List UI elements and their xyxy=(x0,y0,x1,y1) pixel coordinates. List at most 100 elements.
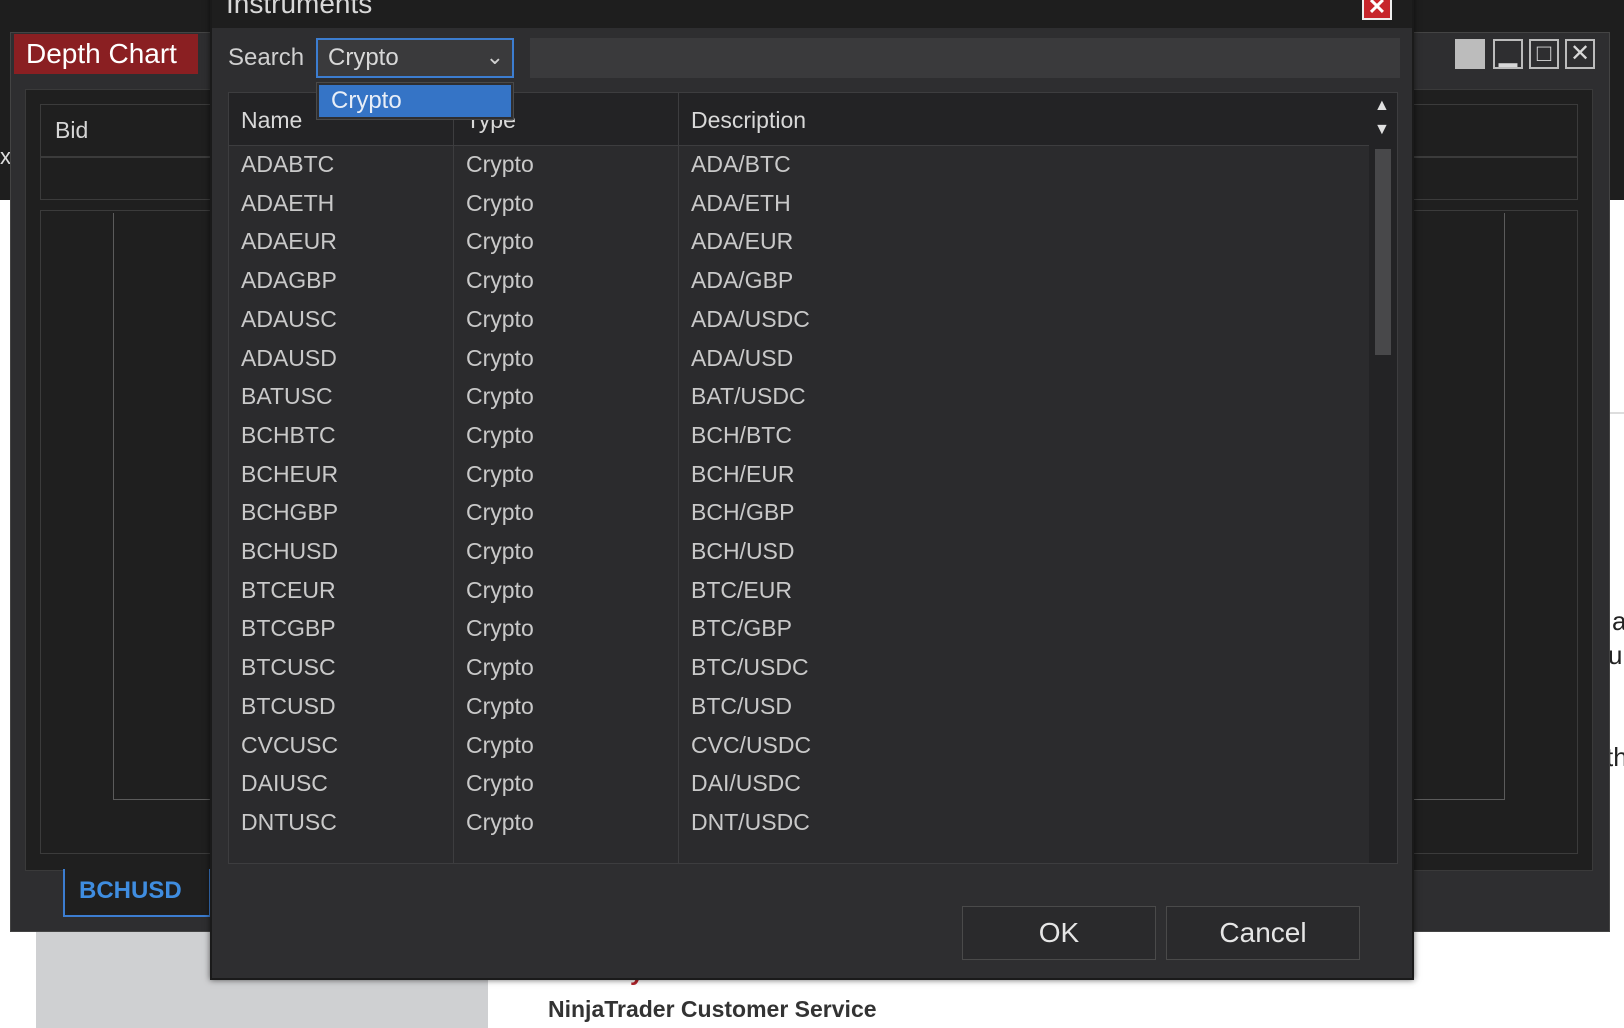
cell-name: DNTUSC xyxy=(241,808,337,835)
dialog-title: Instruments xyxy=(226,0,373,19)
cell-type: Crypto xyxy=(466,460,534,487)
cell-description: BAT/USDC xyxy=(691,383,806,410)
instrument-type-selected: Crypto xyxy=(328,44,399,71)
search-label: Search xyxy=(228,44,305,71)
cell-description: ADA/BTC xyxy=(691,151,791,177)
cell-name: DAIUSC xyxy=(241,770,328,797)
grid-body: ADABTC Crypto ADA/BTC ADAETH Crypto ADA/ETH AD… xyxy=(229,145,1369,863)
scroll-down-icon[interactable]: ▼ xyxy=(1374,121,1390,139)
cell-name: BCHBTC xyxy=(241,421,336,448)
dialog-titlebar[interactable]: Instruments ✕ xyxy=(212,0,1412,28)
cell-description: BCH/GBP xyxy=(691,499,795,526)
cell-name: ADAUSD xyxy=(241,344,337,371)
cell-description: ADA/USDC xyxy=(691,305,810,332)
cell-name: BCHEUR xyxy=(241,460,339,487)
cell-description: ADA/ETH xyxy=(691,189,791,216)
cell-description: DAI/USDC xyxy=(691,770,801,797)
vertical-scrollbar[interactable]: ▲ ▼ xyxy=(1369,93,1397,863)
cell-name: BTCGBP xyxy=(241,615,336,642)
cell-name: ADAGBP xyxy=(241,267,337,294)
cell-type: Crypto xyxy=(466,499,534,526)
cell-description: ADA/GBP xyxy=(691,267,794,294)
cell-description: BTC/GBP xyxy=(691,615,792,642)
cell-type: Crypto xyxy=(466,615,534,642)
table-row[interactable]: BTCUSD Crypto BTC/USD xyxy=(229,687,1369,727)
page-edge-text-a: a xyxy=(1612,606,1624,636)
cell-type: Crypto xyxy=(466,808,534,835)
cell-type: Crypto xyxy=(466,654,534,681)
ok-button[interactable]: OK xyxy=(962,906,1156,960)
cell-type: Crypto xyxy=(466,267,534,294)
chevron-down-icon: ⌄ xyxy=(485,44,504,69)
cell-description: DNT/USDC xyxy=(691,808,810,835)
cell-name: ADAETH xyxy=(241,189,335,216)
table-row[interactable]: BATUSC Crypto BAT/USDC xyxy=(229,377,1369,417)
cell-type: Crypto xyxy=(466,692,534,719)
table-row[interactable]: BTCEUR Crypto BTC/EUR xyxy=(229,571,1369,611)
cell-description: BCH/EUR xyxy=(691,460,795,487)
cell-type: Crypto xyxy=(466,770,534,797)
instruments-grid: Name Type Description ADABTC Crypto ADA/BT… xyxy=(228,92,1398,864)
cell-description: ADA/EUR xyxy=(691,228,794,255)
cell-type: Crypto xyxy=(466,731,534,758)
cell-name: BATUSC xyxy=(241,383,333,410)
restore-icon[interactable] xyxy=(1455,39,1485,69)
instrument-tab-bchusd[interactable]: BCHUSD xyxy=(63,869,211,917)
cell-name: ADAEUR xyxy=(241,228,337,255)
cell-description: BCH/BTC xyxy=(691,421,792,448)
scroll-up-icon[interactable]: ▲ xyxy=(1374,97,1390,115)
cell-description: BTC/USD xyxy=(691,692,792,719)
bid-column-header: Bid xyxy=(55,117,89,143)
depth-chart-title[interactable]: Depth Chart xyxy=(14,34,198,74)
cell-name: BCHUSD xyxy=(241,538,339,564)
cell-type: Crypto xyxy=(466,576,534,603)
cell-type: Crypto xyxy=(466,189,534,216)
table-row[interactable]: BCHUSD Crypto BCH/USD xyxy=(229,532,1369,572)
close-icon[interactable]: ✕ xyxy=(1565,39,1595,69)
cell-type: Crypto xyxy=(466,344,534,371)
column-header-name[interactable]: Name xyxy=(241,107,302,134)
cell-type: Crypto xyxy=(466,538,534,564)
cancel-button[interactable]: Cancel xyxy=(1166,906,1360,960)
maximize-icon[interactable]: □ xyxy=(1529,39,1559,69)
table-row[interactable]: ADAUSD Crypto ADA/USD xyxy=(229,339,1369,379)
cell-name: BTCEUR xyxy=(241,576,336,603)
minimize-icon[interactable]: ▁ xyxy=(1493,39,1523,69)
cell-type: Crypto xyxy=(466,151,534,177)
table-row[interactable]: BCHBTC Crypto BCH/BTC xyxy=(229,416,1369,456)
table-row[interactable]: ADAETH Crypto ADA/ETH xyxy=(229,184,1369,224)
dropdown-option-crypto[interactable]: Crypto xyxy=(319,85,511,117)
cell-description: CVC/USDC xyxy=(691,731,812,758)
cell-description: BTC/EUR xyxy=(691,576,792,603)
column-header-description[interactable]: Description xyxy=(691,107,806,134)
table-row[interactable]: DNTUSC Crypto DNT/USDC xyxy=(229,803,1369,843)
table-row[interactable]: BCHEUR Crypto BCH/EUR xyxy=(229,455,1369,495)
cell-type: Crypto xyxy=(466,383,534,410)
instruments-dialog: Instruments ✕ Search Crypto ⌄ Name Type … xyxy=(210,0,1414,980)
page-company-name: NinjaTrader Customer Service xyxy=(548,996,877,1022)
cell-name: ADABTC xyxy=(241,151,335,177)
cell-description: BTC/USDC xyxy=(691,654,809,681)
table-row[interactable]: ADAGBP Crypto ADA/GBP xyxy=(229,261,1369,301)
table-row[interactable]: BTCUSC Crypto BTC/USDC xyxy=(229,648,1369,688)
table-row[interactable]: BCHGBP Crypto BCH/GBP xyxy=(229,493,1369,533)
cell-description: BCH/USD xyxy=(691,538,795,564)
table-row[interactable]: ADAUSC Crypto ADA/USDC xyxy=(229,300,1369,340)
table-row[interactable]: CVCUSC Crypto CVC/USDC xyxy=(229,726,1369,766)
table-row[interactable]: ADABTC Crypto ADA/BTC xyxy=(229,145,1369,185)
cell-type: Crypto xyxy=(466,228,534,255)
page-edge-text-u: u xyxy=(1608,640,1623,670)
scrollbar-thumb[interactable] xyxy=(1375,149,1391,355)
search-input[interactable] xyxy=(530,38,1400,78)
instrument-type-select[interactable]: Crypto ⌄ xyxy=(316,38,514,78)
cell-name: BCHGBP xyxy=(241,499,339,526)
page-divider xyxy=(1608,412,1624,414)
cell-name: ADAUSC xyxy=(241,305,337,332)
table-row[interactable]: ADAEUR Crypto ADA/EUR xyxy=(229,222,1369,262)
cell-name: BTCUSD xyxy=(241,692,336,719)
table-row[interactable]: BTCGBP Crypto BTC/GBP xyxy=(229,609,1369,649)
cell-description: ADA/USD xyxy=(691,344,794,371)
dialog-close-icon[interactable]: ✕ xyxy=(1362,0,1392,20)
instrument-type-dropdown: Crypto xyxy=(316,82,514,120)
table-row[interactable]: DAIUSC Crypto DAI/USDC xyxy=(229,764,1369,804)
